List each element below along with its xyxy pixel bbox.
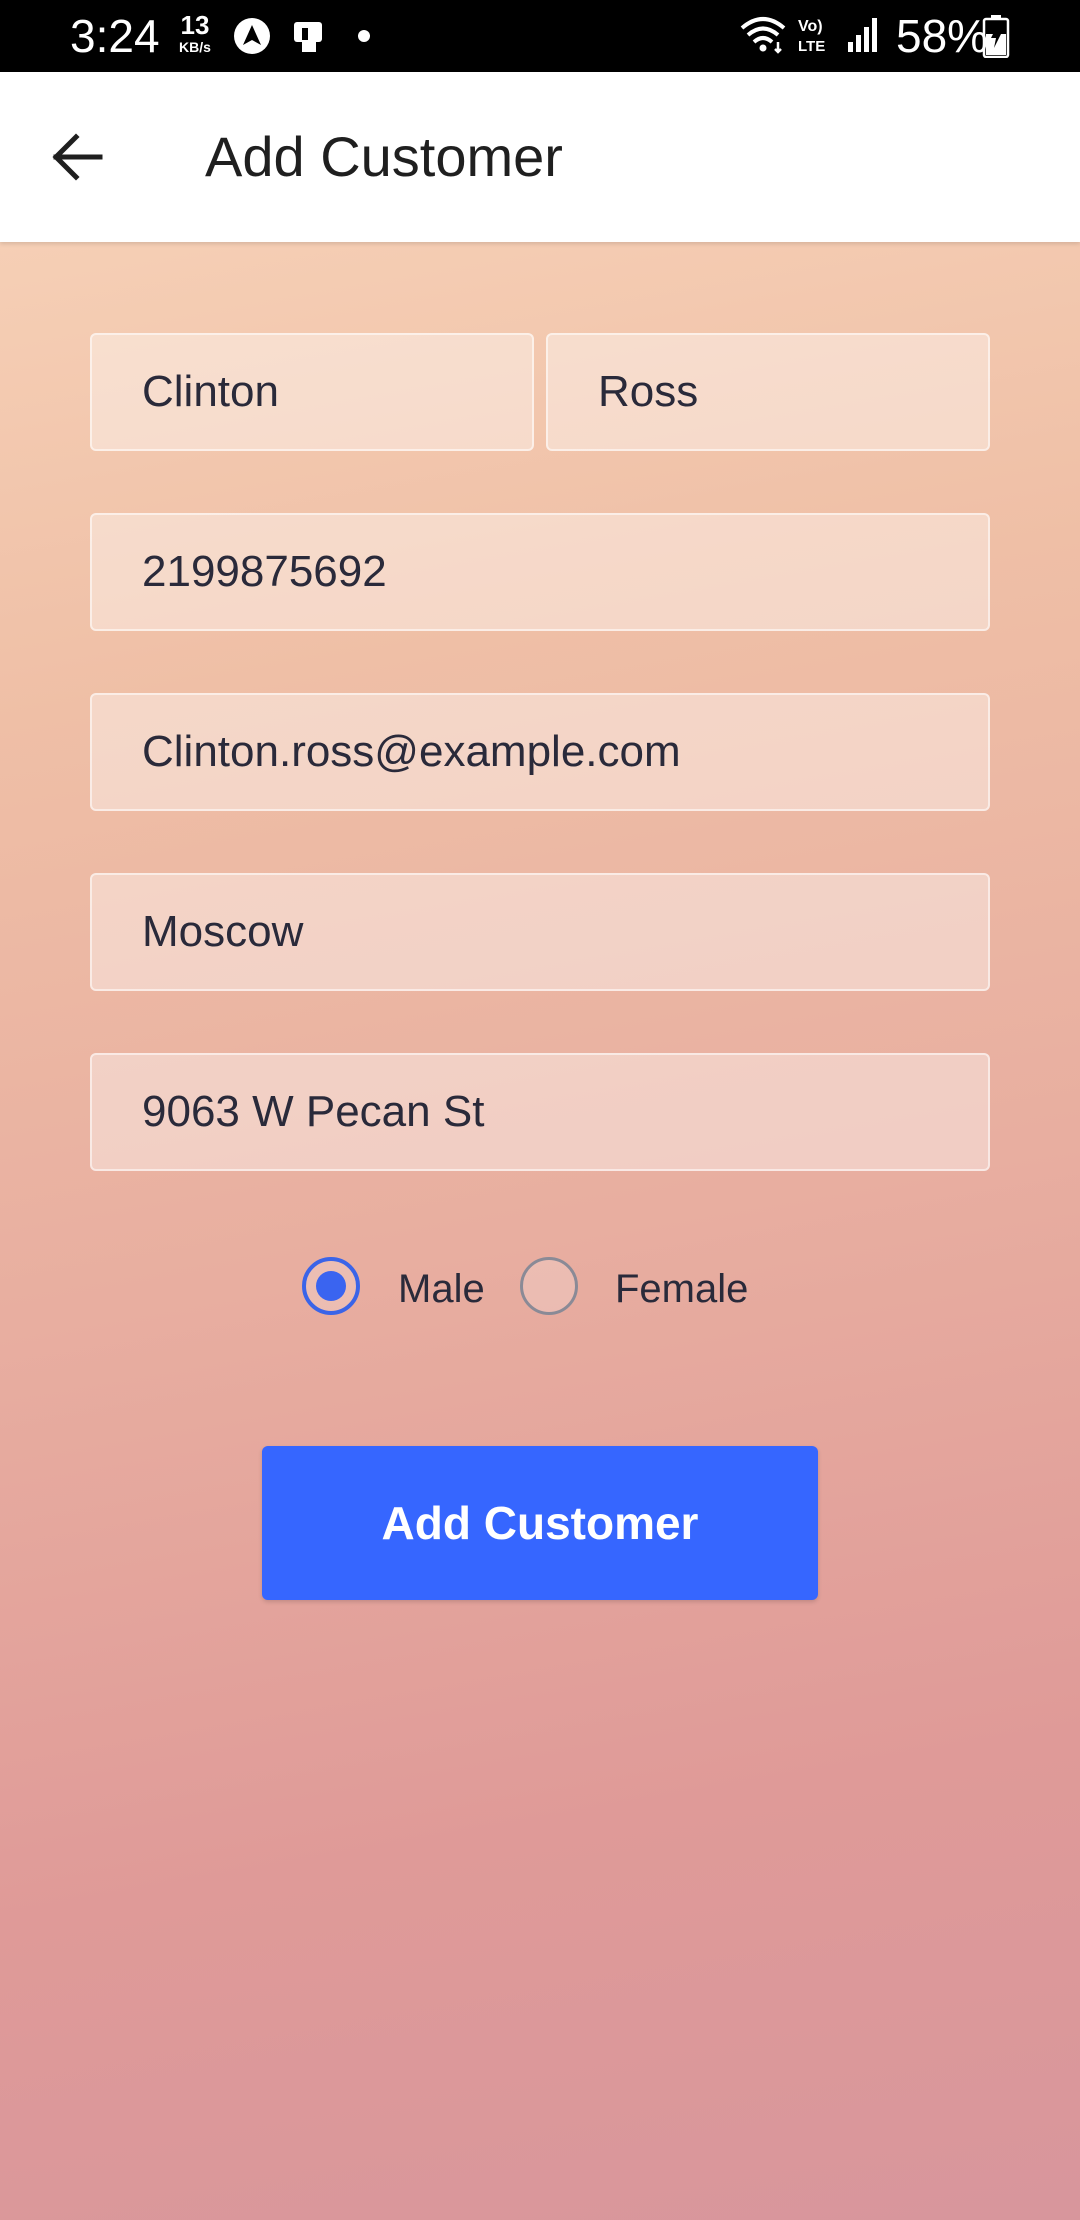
app-bar: Add Customer: [0, 72, 1080, 242]
page-title: Add Customer: [205, 125, 563, 188]
email-field[interactable]: [90, 693, 990, 811]
svg-text:Vo): Vo): [798, 18, 823, 35]
address-field[interactable]: [90, 1053, 990, 1171]
battery-charging-icon: [982, 15, 1010, 58]
last-name-field[interactable]: [546, 333, 990, 451]
status-bar: 3:24 13 KB/s Vo) LTE 58%: [0, 0, 1080, 72]
signal-strength-icon: [848, 18, 877, 52]
last-name-input[interactable]: [548, 335, 988, 449]
back-button[interactable]: [38, 122, 118, 192]
arrow-left-icon: [52, 133, 103, 181]
status-time: 3:24: [70, 10, 160, 62]
network-speed-value: 13: [180, 10, 210, 40]
device-icon: [294, 22, 322, 52]
email-input[interactable]: [92, 695, 988, 809]
navigation-icon: [234, 18, 270, 54]
first-name-input[interactable]: [92, 335, 532, 449]
phone-input[interactable]: [92, 515, 988, 629]
female-radio-label[interactable]: Female: [615, 1264, 748, 1314]
gender-radio-group: Male Female: [0, 1254, 1080, 1324]
notification-dot-icon: [358, 30, 370, 42]
male-radio-label[interactable]: Male: [398, 1264, 485, 1314]
city-field[interactable]: [90, 873, 990, 991]
add-customer-button[interactable]: Add Customer: [262, 1446, 818, 1600]
address-input[interactable]: [92, 1055, 988, 1169]
battery-percent: 58%: [896, 10, 989, 62]
volte-icon: Vo) LTE: [798, 18, 825, 55]
first-name-field[interactable]: [90, 333, 534, 451]
svg-text:LTE: LTE: [798, 38, 825, 55]
female-radio[interactable]: [520, 1257, 578, 1315]
city-input[interactable]: [92, 875, 988, 989]
male-radio[interactable]: [302, 1257, 360, 1315]
network-speed: 13 KB/s: [170, 12, 220, 54]
wifi-icon: [740, 17, 786, 54]
network-speed-unit: KB/s: [179, 39, 211, 55]
phone-field[interactable]: [90, 513, 990, 631]
